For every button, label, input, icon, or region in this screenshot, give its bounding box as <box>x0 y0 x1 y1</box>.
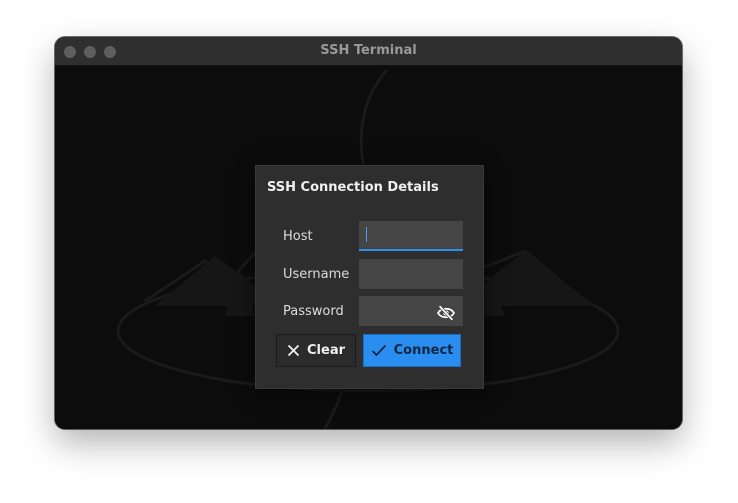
clear-button-label: Clear <box>307 343 345 358</box>
password-label: Password <box>283 304 344 319</box>
host-input[interactable] <box>359 221 463 251</box>
connect-button-label: Connect <box>393 343 454 358</box>
connect-button[interactable]: Connect <box>363 334 461 367</box>
title-bar[interactable]: SSH Terminal <box>55 37 682 66</box>
check-icon <box>371 344 386 357</box>
window-title: SSH Terminal <box>320 43 417 58</box>
username-label: Username <box>283 267 350 282</box>
ssh-connection-dialog: SSH Connection Details Host Username Pas… <box>255 165 484 389</box>
dialog-title: SSH Connection Details <box>267 180 439 195</box>
text-caret <box>366 227 367 242</box>
eye-off-icon[interactable] <box>436 305 456 321</box>
clear-button[interactable]: Clear <box>276 334 356 367</box>
app-window: SSH Terminal SSH Connection Details Host… <box>55 37 682 429</box>
username-input[interactable] <box>359 259 463 289</box>
terminal-area: SSH Connection Details Host Username Pas… <box>55 66 682 429</box>
host-label: Host <box>283 229 313 244</box>
close-icon <box>287 344 300 357</box>
